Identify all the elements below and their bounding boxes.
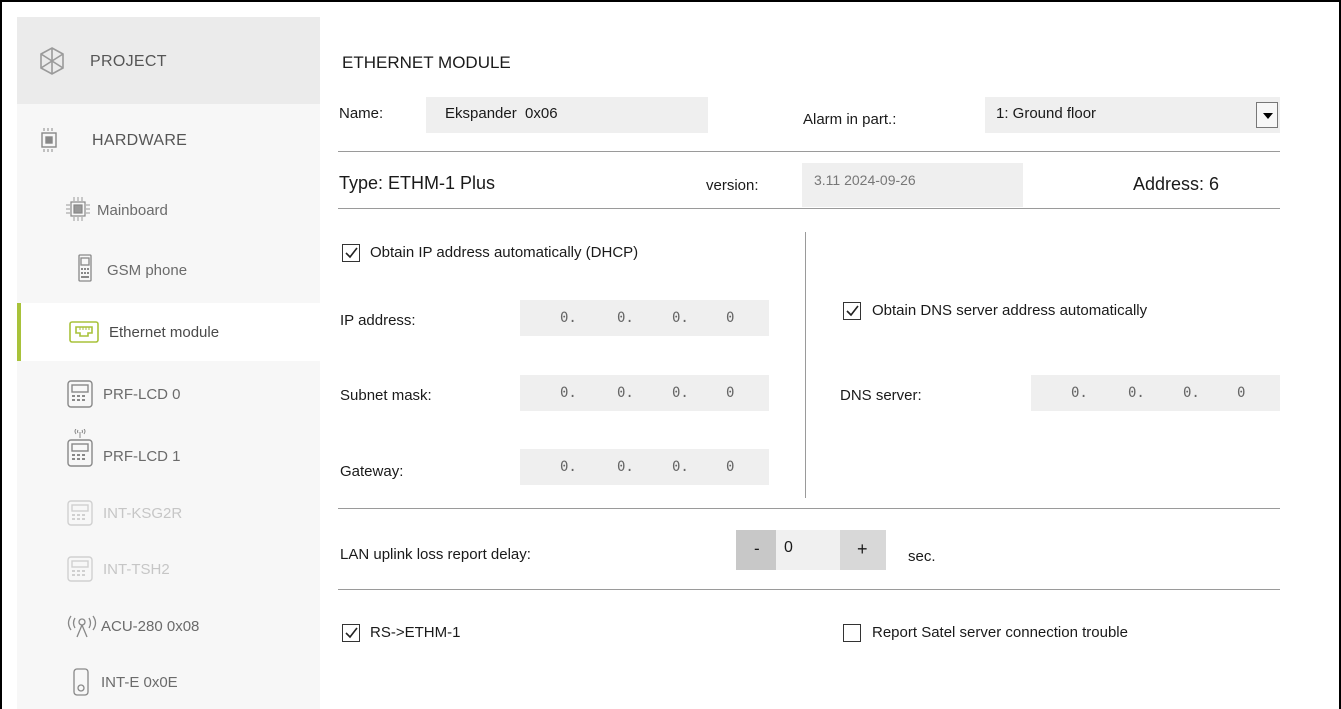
antenna-icon (65, 613, 99, 644)
dhcp-label: Obtain IP address automatically (DHCP) (370, 244, 639, 261)
name-label: Name: (339, 105, 384, 122)
main-panel: ETHERNET MODULE Name: Ekspander 0x06 Ala… (320, 17, 1320, 709)
sidebar-item-prf-lcd-0[interactable]: PRF-LCD 0 (17, 369, 320, 419)
sidebar-item-label: INT-TSH2 (103, 561, 170, 578)
version-value: 3.11 2024-09-26 (814, 172, 916, 188)
sidebar-item-mainboard[interactable]: Mainboard (17, 185, 320, 235)
ip-octet: 0. (1071, 385, 1088, 401)
gateway-label: Gateway: (340, 463, 404, 480)
sidebar-item-int-tsh2[interactable]: INT-TSH2 (17, 547, 320, 591)
ip-octet: 0. (1128, 385, 1145, 401)
dns-server-input[interactable]: 0. 0. 0. 0 (1031, 375, 1280, 411)
sidebar-hardware[interactable]: HARDWARE (17, 115, 320, 165)
divider (338, 208, 1280, 209)
lan-delay-value[interactable]: 0 (784, 539, 793, 557)
sidebar-item-acu-280[interactable]: ACU-280 0x08 (17, 605, 320, 649)
sidebar-item-label: PRF-LCD 0 (103, 386, 181, 403)
ip-octet: 0. (672, 310, 689, 326)
subnet-mask-input[interactable]: 0. 0. 0. 0 (520, 375, 769, 411)
divider (338, 589, 1280, 590)
dns-auto-checkbox[interactable] (843, 302, 861, 320)
ethernet-icon (69, 321, 99, 348)
increment-label: + (857, 539, 868, 559)
ip-octet: 0. (672, 385, 689, 401)
ip-octet: 0. (1183, 385, 1200, 401)
keypad-icon (67, 556, 93, 587)
lan-delay-stepper: - 0 + (736, 530, 886, 570)
sidebar-item-label: ACU-280 0x08 (101, 618, 200, 635)
sidebar-item-label: Ethernet module (109, 324, 220, 341)
ip-octet: 0. (617, 385, 634, 401)
address-label: Address: 6 (1133, 174, 1220, 194)
ip-octet: 0 (1237, 385, 1246, 401)
sidebar-item-label: GSM phone (107, 262, 188, 279)
ip-octet: 0 (726, 459, 735, 475)
ip-octet: 0 (726, 385, 735, 401)
page-title: ETHERNET MODULE (342, 53, 511, 72)
sidebar-item-prf-lcd-1[interactable]: PRF-LCD 1 (17, 421, 320, 479)
sidebar-item-int-ksg2r[interactable]: INT-KSG2R (17, 491, 320, 535)
type-label: Type: ETHM-1 Plus (339, 173, 496, 193)
dhcp-checkbox[interactable] (342, 244, 360, 262)
sidebar-item-label: INT-E 0x0E (101, 674, 178, 691)
ip-octet: 0. (560, 310, 577, 326)
ip-address-input[interactable]: 0. 0. 0. 0 (520, 300, 769, 336)
subnet-mask-label: Subnet mask: (340, 387, 432, 404)
dns-auto-label: Obtain DNS server address automatically (872, 302, 1148, 319)
phone-icon (77, 254, 93, 287)
keypad-icon (67, 500, 93, 531)
dns-server-label: DNS server: (840, 387, 922, 404)
name-field[interactable]: Ekspander 0x06 (426, 97, 708, 133)
ip-octet: 0. (617, 310, 634, 326)
sidebar-hardware-label: HARDWARE (92, 132, 188, 149)
module-icon (73, 668, 89, 701)
name-value: Ekspander 0x06 (445, 105, 558, 122)
sidebar-item-label: Mainboard (97, 202, 168, 219)
satel-trouble-label: Report Satel server connection trouble (872, 624, 1128, 641)
decrement-label: - (754, 539, 760, 558)
lan-delay-unit: sec. (908, 548, 936, 565)
satel-trouble-checkbox[interactable] (843, 624, 861, 642)
ip-octet: 0. (617, 459, 634, 475)
gateway-input[interactable]: 0. 0. 0. 0 (520, 449, 769, 485)
active-indicator (17, 303, 21, 361)
divider (338, 508, 1280, 509)
ip-octet: 0 (726, 310, 735, 326)
increment-button[interactable]: + (840, 530, 886, 570)
alarm-partition-select[interactable]: 1: Ground floor (985, 97, 1280, 133)
sidebar-item-label: INT-KSG2R (103, 505, 183, 522)
sidebar: PROJECT HARDWARE Mainboard GSM phone Eth… (17, 17, 320, 709)
ip-octet: 0. (560, 385, 577, 401)
wireless-keypad-icon (67, 428, 93, 474)
mainboard-icon (64, 196, 92, 227)
sidebar-item-label: PRF-LCD 1 (103, 448, 181, 465)
alarm-value: 1: Ground floor (996, 105, 1097, 122)
project-logo-icon (37, 46, 67, 81)
decrement-button[interactable]: - (736, 530, 776, 570)
sidebar-project-label: PROJECT (90, 53, 167, 70)
lan-delay-label: LAN uplink loss report delay: (340, 546, 531, 563)
version-field: 3.11 2024-09-26 (802, 163, 1023, 207)
keypad-icon (67, 380, 93, 413)
sidebar-item-gsm-phone[interactable]: GSM phone (17, 245, 320, 295)
ip-address-label: IP address: (340, 312, 416, 329)
chevron-down-icon (1263, 113, 1273, 119)
alarm-label: Alarm in part.: (803, 111, 897, 128)
rs-ethm-label: RS->ETHM-1 (370, 624, 461, 641)
sidebar-project[interactable]: PROJECT (17, 17, 320, 104)
vertical-divider (805, 232, 806, 498)
divider (338, 151, 1280, 152)
ip-octet: 0. (560, 459, 577, 475)
sidebar-item-ethernet-module[interactable]: Ethernet module (17, 303, 320, 361)
rs-ethm-checkbox[interactable] (342, 624, 360, 642)
hardware-icon (39, 127, 59, 160)
version-label: version: (706, 177, 759, 194)
sidebar-item-int-e[interactable]: INT-E 0x0E (17, 659, 320, 703)
dropdown-button[interactable] (1256, 102, 1278, 128)
ip-octet: 0. (672, 459, 689, 475)
